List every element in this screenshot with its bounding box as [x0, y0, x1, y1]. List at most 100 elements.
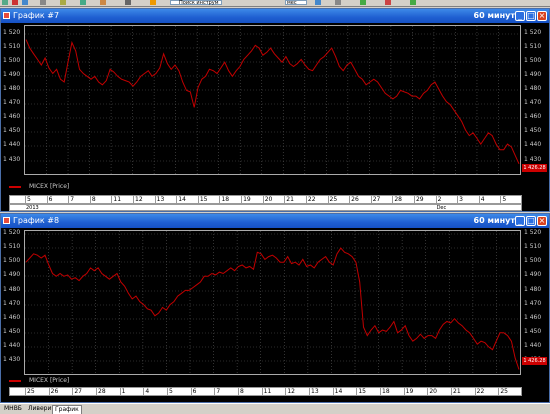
y-tick-label: 1 440	[3, 141, 21, 148]
legend-label: MICEX [Price]	[29, 377, 70, 384]
y-tick-label: 1 500	[3, 57, 21, 64]
x-tick-label: 19	[241, 196, 251, 204]
y-tick-label: 1 500	[524, 57, 542, 64]
x-tick-label: 25	[498, 388, 508, 396]
y-tick-label: 1 510	[3, 43, 21, 50]
tab-livery[interactable]: Ливери	[26, 405, 53, 413]
maximize-button[interactable]: □	[526, 11, 536, 21]
x-tick-label: 6	[190, 388, 197, 396]
new-icon[interactable]	[2, 0, 8, 5]
y-tick-label: 1 450	[524, 328, 542, 335]
print-icon[interactable]	[40, 0, 46, 5]
x-tick-label: 25	[327, 196, 338, 204]
y-tick-label: 1 480	[524, 85, 542, 92]
y-tick-label: 1 470	[524, 99, 542, 106]
y-tick-label: 1 460	[524, 113, 542, 120]
series-line-micex	[25, 39, 520, 165]
x-tick-label: 25	[25, 388, 35, 396]
minimize-button[interactable]: _	[515, 11, 525, 21]
close-button[interactable]: ×	[537, 11, 547, 21]
y-tick-label: 1 450	[3, 328, 21, 335]
x-tick-label: 26	[48, 388, 59, 396]
y-tick-label: 1 460	[524, 314, 542, 321]
chart-legend: MICEX [Price]	[9, 377, 69, 384]
y-tick-label: 1 510	[524, 243, 542, 250]
y-tick-label: 1 450	[3, 127, 21, 134]
chart-window-7: График #7 60 минут _ □ × 1 520 1 510 1 500…	[0, 8, 550, 212]
y-tick-label: 1 480	[3, 286, 21, 293]
instrument-search-input[interactable]: Поиск инструм	[170, 0, 222, 6]
tab-mnvb[interactable]: МНВБ	[2, 405, 24, 413]
y-tick-label: 1 430	[524, 156, 542, 163]
series-line-micex	[25, 247, 520, 370]
line-tool-icon[interactable]	[360, 0, 366, 5]
y-tick-label: 1 450	[524, 127, 542, 134]
price-chart	[25, 231, 520, 374]
x-tick-label: 27	[72, 388, 82, 396]
x-period-label: 2013	[26, 205, 39, 211]
x-tick-label: 27	[370, 196, 381, 204]
y-tick-label: 1 440	[3, 342, 21, 349]
y-tick-label: 1 520	[3, 29, 21, 36]
window-interval[interactable]: 60 минут	[474, 11, 515, 21]
x-tick-label: 18	[219, 196, 230, 204]
y-tick-label: 1 520	[524, 229, 542, 236]
plot-area[interactable]	[24, 230, 521, 375]
y-tick-label: 1 520	[524, 29, 542, 36]
x-tick-label: 12	[133, 196, 143, 204]
open-icon[interactable]	[12, 0, 18, 5]
maximize-button[interactable]: □	[526, 216, 536, 226]
legend-label: MICEX [Price]	[29, 183, 70, 190]
y-tick-label: 1 470	[3, 300, 21, 307]
flag-icon[interactable]	[410, 0, 416, 5]
y-tick-label: 1 500	[3, 257, 21, 264]
y-tick-label: 1 520	[3, 229, 21, 236]
x-tick-label: 5	[500, 196, 507, 204]
cut-icon[interactable]	[60, 0, 66, 5]
x-tick-label: 13	[309, 388, 319, 396]
last-value-badge: 1 426.28	[522, 164, 547, 172]
y-tick-label: 1 490	[524, 71, 542, 78]
x-tick-label: 7	[214, 388, 221, 396]
x-tick-label: 12	[285, 388, 295, 396]
x-tick-label: 14	[332, 388, 343, 396]
crosshair-icon[interactable]	[335, 0, 341, 5]
price-chart	[25, 26, 520, 174]
window-title: График #7	[13, 11, 60, 20]
indicator-icon[interactable]	[385, 0, 391, 5]
table-icon[interactable]	[150, 0, 156, 5]
plot-area[interactable]	[24, 25, 521, 175]
chart-icon[interactable]	[125, 0, 131, 5]
y-tick-label: 1 470	[524, 300, 542, 307]
y-tick-label: 1 480	[524, 286, 542, 293]
paste-icon[interactable]	[100, 0, 106, 5]
close-button[interactable]: ×	[537, 216, 547, 226]
window-icon	[3, 12, 10, 19]
y-tick-label: 1 440	[524, 342, 542, 349]
x-tick-label: 28	[392, 196, 402, 204]
window-icon	[3, 217, 10, 224]
save-icon[interactable]	[22, 0, 28, 5]
chart-window-8: График #8 60 минут _ □ × 1 520 1 510 1 500…	[0, 213, 550, 403]
window-interval[interactable]: 60 минут	[474, 216, 515, 226]
x-tick-label: 14	[176, 196, 186, 204]
x-tick-label: 2	[435, 196, 442, 204]
x-tick-label: 20	[262, 196, 273, 204]
y-tick-label: 1 490	[524, 271, 542, 278]
x-tick-label: 21	[451, 388, 461, 396]
window-titlebar[interactable]: График #8 60 минут _ □ ×	[1, 214, 549, 228]
zoom-icon[interactable]	[315, 0, 321, 5]
x-tick-label: 22	[474, 388, 485, 396]
legend-swatch	[9, 379, 21, 382]
window-title: График #8	[13, 216, 60, 225]
minimize-button[interactable]: _	[515, 216, 525, 226]
interval-select[interactable]: мес	[285, 0, 307, 6]
x-tick-label: 20	[427, 388, 437, 396]
x-axis: 5 6 7 8 11 12 13 14 15 18 19 20 21 22 25 26 27 28 29 2 3 4 5	[9, 195, 522, 204]
main-toolbar: Поиск инструм мес	[0, 0, 550, 7]
x-tick-label: 11	[111, 196, 122, 204]
y-tick-label: 1 470	[3, 99, 21, 106]
window-titlebar[interactable]: График #7 60 минут _ □ ×	[1, 9, 549, 23]
x-tick-label: 22	[305, 196, 316, 204]
copy-icon[interactable]	[80, 0, 86, 5]
